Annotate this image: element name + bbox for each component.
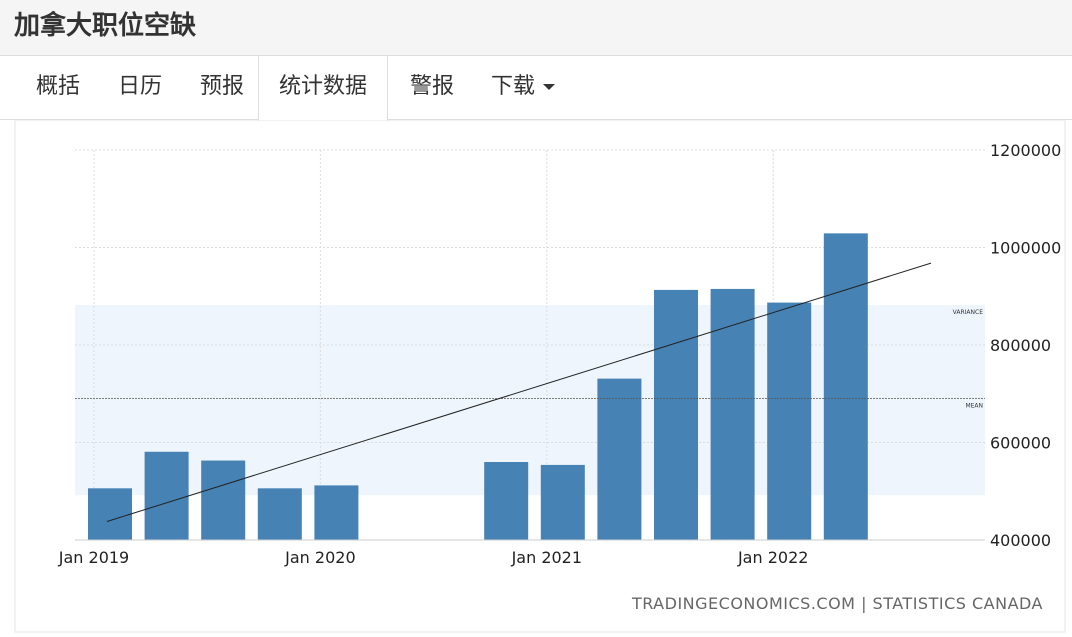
- bar: [767, 302, 812, 540]
- y-tick-label: 600000: [990, 434, 1051, 453]
- tab-alerts[interactable]: 警报: [396, 56, 468, 120]
- job-vacancies-chart: 1200000 1000000 800000 600000 400000 Jan 2019…: [14, 119, 1066, 633]
- bar: [484, 462, 529, 540]
- tab-forecast[interactable]: 预报: [186, 56, 258, 120]
- bar: [314, 485, 359, 540]
- page-title: 加拿大职位空缺: [14, 11, 197, 41]
- title-bar: 加拿大职位空缺: [0, 0, 1072, 56]
- mean-label: MEAN: [965, 403, 983, 410]
- bar: [654, 289, 698, 540]
- variance-label: VARIANCE: [953, 309, 984, 316]
- caret-down-icon: [543, 84, 555, 90]
- chart-container: 1200000 1000000 800000 600000 400000 Jan 2019…: [0, 119, 1072, 633]
- tab-download-label: 下载: [490, 74, 535, 99]
- tab-calendar[interactable]: 日历: [104, 56, 176, 120]
- bar: [144, 451, 189, 540]
- x-tick-label: Jan 2021: [511, 548, 582, 567]
- bar: [823, 233, 868, 541]
- tab-summary[interactable]: 概括: [22, 56, 94, 120]
- x-tick-label: Jan 2022: [737, 548, 808, 567]
- bar: [710, 288, 755, 540]
- tab-statistics[interactable]: 统计数据: [258, 56, 388, 121]
- bar: [597, 378, 642, 540]
- bar: [257, 488, 302, 540]
- y-tick-label: 1000000: [990, 239, 1061, 258]
- bar: [201, 460, 246, 540]
- y-tick-label: 1200000: [990, 141, 1061, 160]
- y-tick-label: 400000: [990, 531, 1051, 550]
- bar: [88, 488, 132, 540]
- bar: [540, 464, 585, 540]
- tab-bar: 概括 日历 预报 统计数据 警报 下载: [0, 56, 1072, 121]
- tab-download[interactable]: 下载: [478, 56, 568, 120]
- x-tick-label: Jan 2019: [58, 548, 129, 567]
- y-tick-label: 800000: [990, 336, 1051, 355]
- x-tick-label: Jan 2020: [284, 548, 355, 567]
- source-label: TRADINGECONOMICS.COM | STATISTICS CANADA: [631, 594, 1043, 613]
